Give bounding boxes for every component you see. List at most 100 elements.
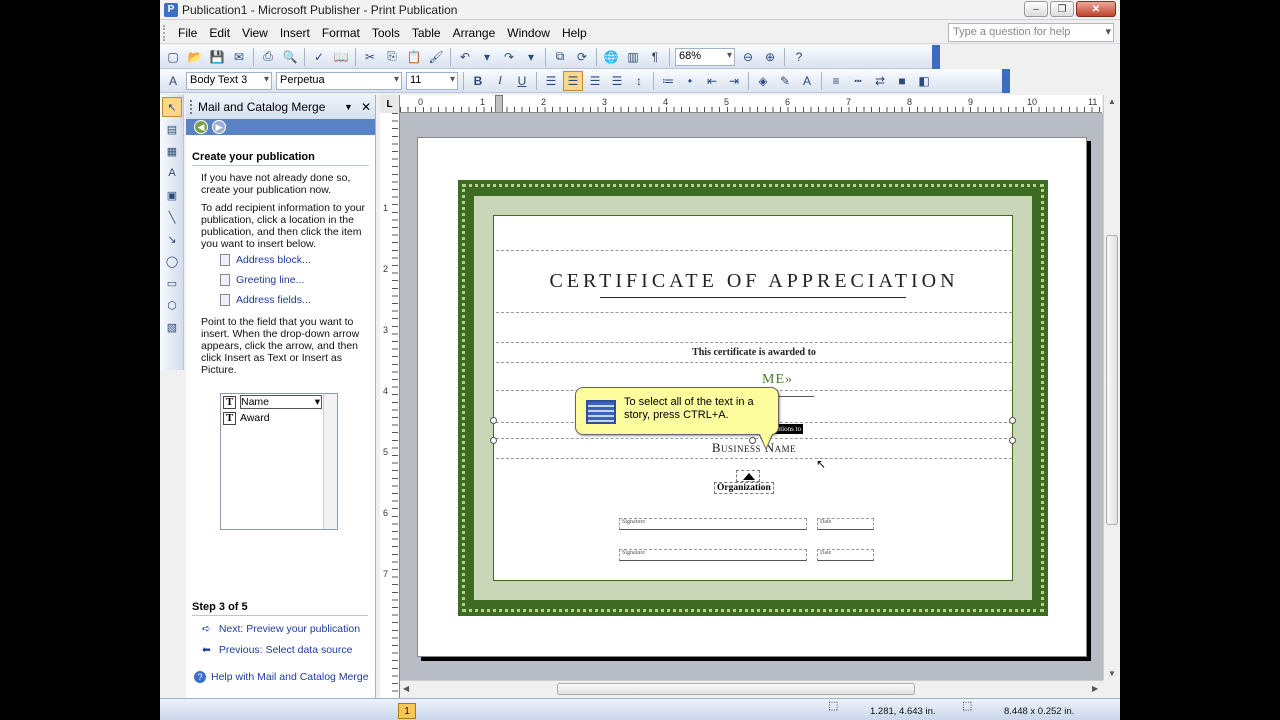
help-icon[interactable]: ?	[789, 47, 809, 67]
scroll-up-icon[interactable]: ▲	[1108, 97, 1116, 106]
ruler-corner[interactable]: L	[380, 95, 400, 113]
align-right-icon[interactable]: ☰	[585, 71, 605, 91]
signature-line[interactable]: Signature	[619, 549, 807, 561]
vertical-scrollbar[interactable]: ▲ ▼	[1103, 95, 1120, 680]
list-scrollbar[interactable]	[323, 394, 337, 529]
name-merge-field[interactable]: ME»	[762, 372, 793, 388]
awarded-text[interactable]: This certificate is awarded to	[494, 347, 1014, 358]
text-box-icon[interactable]: ▤	[162, 119, 182, 139]
email-icon[interactable]: ✉	[229, 47, 249, 67]
picture-frame-icon[interactable]: ▣	[162, 185, 182, 205]
menu-edit[interactable]: Edit	[203, 26, 236, 40]
dash-style-icon[interactable]: ┅	[848, 71, 868, 91]
address-block-link[interactable]: Address block...	[192, 250, 369, 270]
previous-step-link[interactable]: ⬅ Previous: Select data source	[202, 644, 352, 656]
zoom-out-icon[interactable]: ⊖	[738, 47, 758, 67]
paste-icon[interactable]: 📋	[404, 47, 424, 67]
3d-style-icon[interactable]: ◧	[914, 71, 934, 91]
pane-grip[interactable]	[190, 100, 194, 114]
menu-view[interactable]: View	[236, 26, 274, 40]
menu-file[interactable]: File	[172, 26, 203, 40]
italic-button[interactable]: I	[490, 71, 510, 91]
pane-menu-icon[interactable]: ▼	[344, 102, 353, 112]
certificate-title[interactable]: CERTIFICATE OF APPRECIATION	[494, 270, 1014, 293]
select-pointer-icon[interactable]: ↖	[162, 97, 182, 117]
zoom-in-icon[interactable]: ⊕	[760, 47, 780, 67]
list-item[interactable]: T Name ▾	[221, 394, 337, 410]
align-center-icon[interactable]: ☰	[563, 70, 583, 91]
forward-icon[interactable]: ▶	[212, 120, 226, 134]
line-spacing-icon[interactable]: ↕	[629, 71, 649, 91]
menu-window[interactable]: Window	[501, 26, 556, 40]
style-select[interactable]: Body Text 3	[186, 71, 272, 90]
styles-icon[interactable]: A	[163, 71, 183, 91]
increase-indent-icon[interactable]: ⇥	[724, 71, 744, 91]
publication-canvas[interactable]: CERTIFICATE OF APPRECIATION This certifi…	[400, 113, 1103, 680]
print-preview-icon[interactable]: 🔍	[280, 47, 300, 67]
underline-button[interactable]: U	[512, 71, 532, 91]
new-icon[interactable]: ▢	[163, 47, 183, 67]
resize-handle[interactable]	[1009, 417, 1016, 424]
copy-icon[interactable]: ⎘	[382, 47, 402, 67]
oval-tool-icon[interactable]: ◯	[162, 251, 182, 271]
shadow-style-icon[interactable]: ■	[892, 71, 912, 91]
numbering-icon[interactable]: ≔	[658, 71, 678, 91]
scroll-left-icon[interactable]: ◀	[403, 684, 409, 693]
horizontal-scrollbar[interactable]: ◀ ▶	[400, 680, 1103, 697]
rotate-icon[interactable]: ⟳	[572, 47, 592, 67]
spelling-icon[interactable]: ✓	[309, 47, 329, 67]
toolbar-options-icon[interactable]	[932, 44, 940, 69]
zoom-select[interactable]: 68%	[675, 47, 735, 66]
scroll-down-icon[interactable]: ▼	[1108, 669, 1116, 678]
next-step-link[interactable]: ➪ Next: Preview your publication	[202, 623, 360, 635]
justify-icon[interactable]: ☰	[607, 71, 627, 91]
arrow-style-icon[interactable]: ⇄	[870, 71, 890, 91]
undo-dropdown-icon[interactable]: ▾	[477, 47, 497, 67]
back-icon[interactable]: ◀	[194, 120, 208, 134]
research-icon[interactable]: 📖	[331, 47, 351, 67]
save-icon[interactable]: 💾	[207, 47, 227, 67]
menu-help[interactable]: Help	[556, 26, 593, 40]
vertical-ruler[interactable]: 1 2 3 4 5 6 7	[380, 113, 400, 698]
arrow-tool-icon[interactable]: ↘	[162, 229, 182, 249]
indent-marker[interactable]	[495, 95, 503, 112]
resize-handle[interactable]	[490, 417, 497, 424]
format-painter-icon[interactable]: 🖌	[426, 47, 446, 67]
address-fields-link[interactable]: Address fields...	[192, 290, 369, 310]
merge-fields-list[interactable]: T Name ▾ T Award	[220, 393, 338, 530]
date-line[interactable]: Date	[817, 549, 874, 561]
menu-insert[interactable]: Insert	[274, 26, 316, 40]
horizontal-scroll-thumb[interactable]	[557, 683, 915, 695]
toolbar-options-icon[interactable]	[1002, 68, 1010, 93]
tip-balloon[interactable]: To select all of the text in a story, pr…	[575, 387, 779, 450]
font-color-icon[interactable]: A	[797, 71, 817, 91]
menu-tools[interactable]: Tools	[366, 26, 406, 40]
date-line[interactable]: Date	[817, 518, 874, 530]
vertical-scroll-thumb[interactable]	[1106, 235, 1118, 525]
restore-button[interactable]: ❐	[1050, 1, 1074, 17]
minimize-button[interactable]: ‒	[1024, 1, 1048, 17]
close-button[interactable]: ✕	[1076, 1, 1116, 17]
font-select[interactable]: Perpetua	[276, 71, 402, 90]
ask-question-input[interactable]: Type a question for help	[948, 23, 1114, 42]
hyperlink-icon[interactable]: 🌐	[601, 47, 621, 67]
bring-to-front-icon[interactable]: ⧉	[550, 47, 570, 67]
line-style-icon[interactable]: ≡	[826, 71, 846, 91]
insert-table-icon[interactable]: ▦	[162, 141, 182, 161]
redo-icon[interactable]: ↷	[499, 47, 519, 67]
greeting-line-link[interactable]: Greeting line...	[192, 270, 369, 290]
font-size-select[interactable]: 11	[406, 71, 458, 90]
menu-table[interactable]: Table	[406, 26, 447, 40]
organization-text[interactable]: Organization	[714, 482, 774, 494]
menu-format[interactable]: Format	[316, 26, 366, 40]
close-pane-icon[interactable]: ✕	[361, 100, 371, 114]
publication-page[interactable]: CERTIFICATE OF APPRECIATION This certifi…	[417, 137, 1087, 657]
horizontal-ruler[interactable]: 0 1 2 3 4 5 6 7 8 9 10 11	[400, 95, 1102, 113]
cut-icon[interactable]: ✂	[360, 47, 380, 67]
chevron-down-icon[interactable]: ▾	[315, 396, 320, 408]
business-name[interactable]: Business Name	[494, 440, 1014, 456]
page-navigator-button[interactable]: 1	[398, 703, 416, 719]
rectangle-tool-icon[interactable]: ▭	[162, 273, 182, 293]
design-gallery-icon[interactable]: ▧	[162, 317, 182, 337]
merge-help-link[interactable]: ? Help with Mail and Catalog Merge	[194, 671, 369, 683]
